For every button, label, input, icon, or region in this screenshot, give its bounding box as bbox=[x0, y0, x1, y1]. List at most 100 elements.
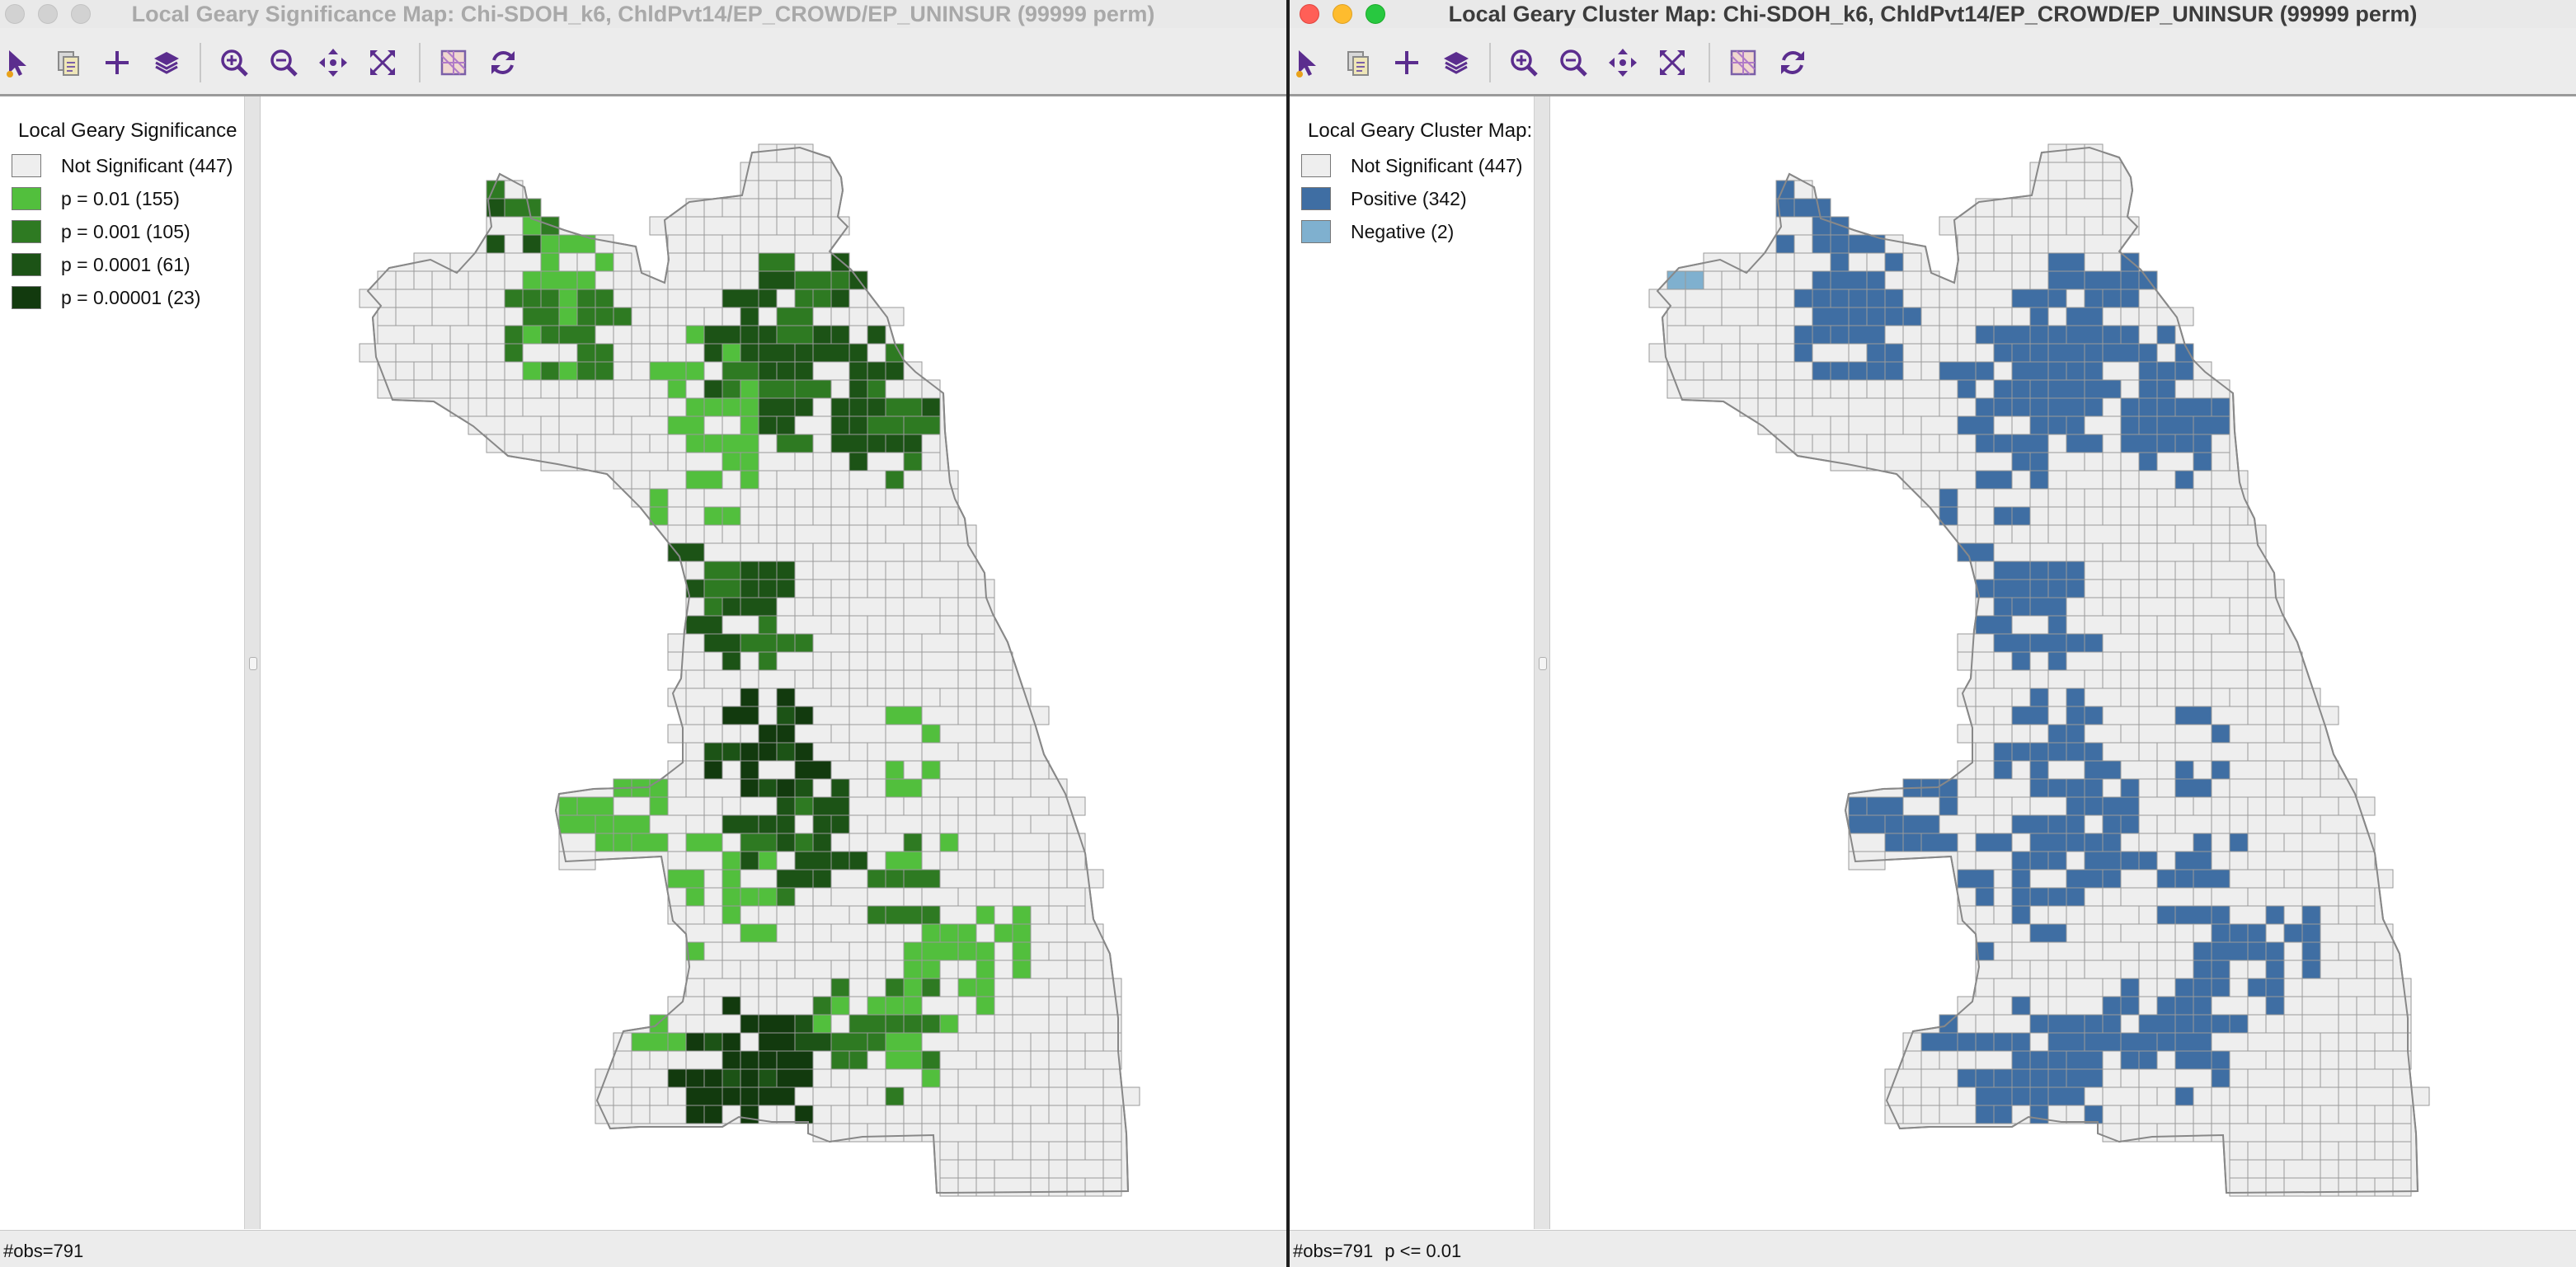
census-tract[interactable] bbox=[957, 1159, 977, 1179]
census-tract[interactable] bbox=[2320, 1050, 2339, 1070]
census-tract[interactable] bbox=[2156, 760, 2176, 780]
census-tract[interactable] bbox=[1902, 307, 1922, 326]
census-tract[interactable] bbox=[2084, 561, 2104, 580]
census-tract[interactable] bbox=[2229, 1123, 2267, 1143]
add-point-button[interactable] bbox=[101, 46, 134, 79]
census-tract[interactable] bbox=[2338, 833, 2357, 852]
census-tract[interactable] bbox=[1939, 1086, 1958, 1106]
census-tract[interactable] bbox=[2120, 869, 2158, 889]
census-tract[interactable] bbox=[2011, 760, 2031, 780]
census-tract[interactable] bbox=[994, 1032, 1013, 1052]
census-tract[interactable] bbox=[431, 307, 469, 326]
census-tract[interactable] bbox=[830, 415, 850, 435]
census-tract[interactable] bbox=[1939, 434, 1958, 453]
census-tract[interactable] bbox=[2174, 796, 2194, 816]
census-tract[interactable] bbox=[1830, 361, 1850, 381]
census-tract[interactable] bbox=[1030, 1159, 1050, 1179]
census-tract[interactable] bbox=[2174, 1032, 2212, 1052]
census-tract[interactable] bbox=[667, 542, 705, 562]
census-tract[interactable] bbox=[885, 488, 905, 508]
census-tract[interactable] bbox=[2174, 470, 2194, 490]
census-tract[interactable] bbox=[758, 742, 778, 762]
census-tract[interactable] bbox=[2029, 452, 2049, 472]
census-tract[interactable] bbox=[1012, 1050, 1032, 1070]
census-tract[interactable] bbox=[2174, 1068, 2212, 1088]
census-tract[interactable] bbox=[740, 905, 759, 925]
census-tract[interactable] bbox=[703, 760, 723, 780]
census-tract[interactable] bbox=[740, 488, 759, 508]
census-tract[interactable] bbox=[2265, 724, 2285, 744]
census-tract[interactable] bbox=[2265, 760, 2285, 780]
census-tract[interactable] bbox=[848, 978, 868, 997]
census-tract[interactable] bbox=[2211, 1123, 2230, 1143]
census-tract[interactable] bbox=[504, 180, 524, 199]
census-tract[interactable] bbox=[2102, 1105, 2122, 1124]
census-tract[interactable] bbox=[649, 470, 687, 490]
census-tract[interactable] bbox=[2102, 597, 2122, 617]
census-tract[interactable] bbox=[1048, 1014, 1068, 1034]
census-tract[interactable] bbox=[776, 778, 796, 798]
census-tract[interactable] bbox=[667, 524, 687, 544]
census-tract[interactable] bbox=[2193, 470, 2212, 490]
census-tract[interactable] bbox=[1975, 833, 2013, 852]
census-tract[interactable] bbox=[1812, 434, 1831, 453]
census-tract[interactable] bbox=[1703, 270, 1723, 290]
census-tract[interactable] bbox=[776, 851, 796, 870]
census-tract[interactable] bbox=[2138, 978, 2158, 997]
census-tract[interactable] bbox=[631, 1050, 651, 1070]
census-tract[interactable] bbox=[595, 415, 614, 435]
census-tract[interactable] bbox=[667, 397, 687, 417]
census-tract[interactable] bbox=[703, 669, 741, 689]
census-tract[interactable] bbox=[504, 252, 542, 272]
census-tract[interactable] bbox=[2102, 742, 2140, 762]
census-tract[interactable] bbox=[740, 270, 759, 290]
census-tract[interactable] bbox=[867, 978, 886, 997]
census-tract[interactable] bbox=[1957, 488, 1977, 508]
census-tract[interactable] bbox=[2011, 379, 2031, 399]
census-tract[interactable] bbox=[2174, 1123, 2194, 1143]
census-tract[interactable] bbox=[1666, 379, 1704, 399]
titlebar[interactable]: Local Geary Significance Map: Chi-SDOH_k… bbox=[0, 0, 1286, 29]
census-tract[interactable] bbox=[921, 561, 959, 580]
census-tract[interactable] bbox=[740, 452, 759, 472]
census-tract[interactable] bbox=[1757, 379, 1777, 399]
census-tract[interactable] bbox=[975, 887, 1013, 907]
census-tract[interactable] bbox=[2247, 960, 2267, 979]
census-tract[interactable] bbox=[667, 379, 687, 399]
census-tract[interactable] bbox=[2029, 307, 2049, 326]
census-tract[interactable] bbox=[2011, 869, 2031, 889]
census-tract[interactable] bbox=[1975, 470, 2013, 490]
census-tract[interactable] bbox=[867, 923, 886, 943]
select-tool-button[interactable] bbox=[2, 46, 35, 79]
census-tract[interactable] bbox=[2138, 542, 2158, 562]
census-tract[interactable] bbox=[2301, 1086, 2339, 1106]
census-tract[interactable] bbox=[2102, 996, 2122, 1016]
census-tract[interactable] bbox=[595, 325, 614, 345]
census-tract[interactable] bbox=[1939, 470, 1977, 490]
census-tract[interactable] bbox=[595, 234, 614, 254]
census-tract[interactable] bbox=[2174, 597, 2194, 617]
census-tract[interactable] bbox=[2084, 397, 2104, 417]
census-tract[interactable] bbox=[776, 434, 814, 453]
census-tract[interactable] bbox=[975, 760, 995, 780]
census-tract[interactable] bbox=[504, 270, 524, 290]
census-tract[interactable] bbox=[848, 470, 886, 490]
census-tract[interactable] bbox=[794, 180, 814, 199]
census-tract[interactable] bbox=[921, 397, 941, 417]
census-tract[interactable] bbox=[2211, 923, 2230, 943]
census-tract[interactable] bbox=[2356, 851, 2376, 870]
census-tract[interactable] bbox=[830, 814, 850, 834]
census-tract[interactable] bbox=[794, 724, 832, 744]
census-tract[interactable] bbox=[2174, 905, 2212, 925]
census-tract[interactable] bbox=[2247, 978, 2267, 997]
census-tract[interactable] bbox=[540, 270, 578, 290]
census-tract[interactable] bbox=[2011, 1050, 2031, 1070]
basemap-button[interactable] bbox=[437, 46, 470, 79]
census-tract[interactable] bbox=[740, 379, 759, 399]
census-tract[interactable] bbox=[2156, 814, 2176, 834]
census-tract[interactable] bbox=[794, 506, 814, 526]
census-tract[interactable] bbox=[758, 1086, 796, 1106]
census-tract[interactable] bbox=[776, 488, 796, 508]
census-tract[interactable] bbox=[722, 814, 759, 834]
census-tract[interactable] bbox=[2066, 561, 2085, 580]
